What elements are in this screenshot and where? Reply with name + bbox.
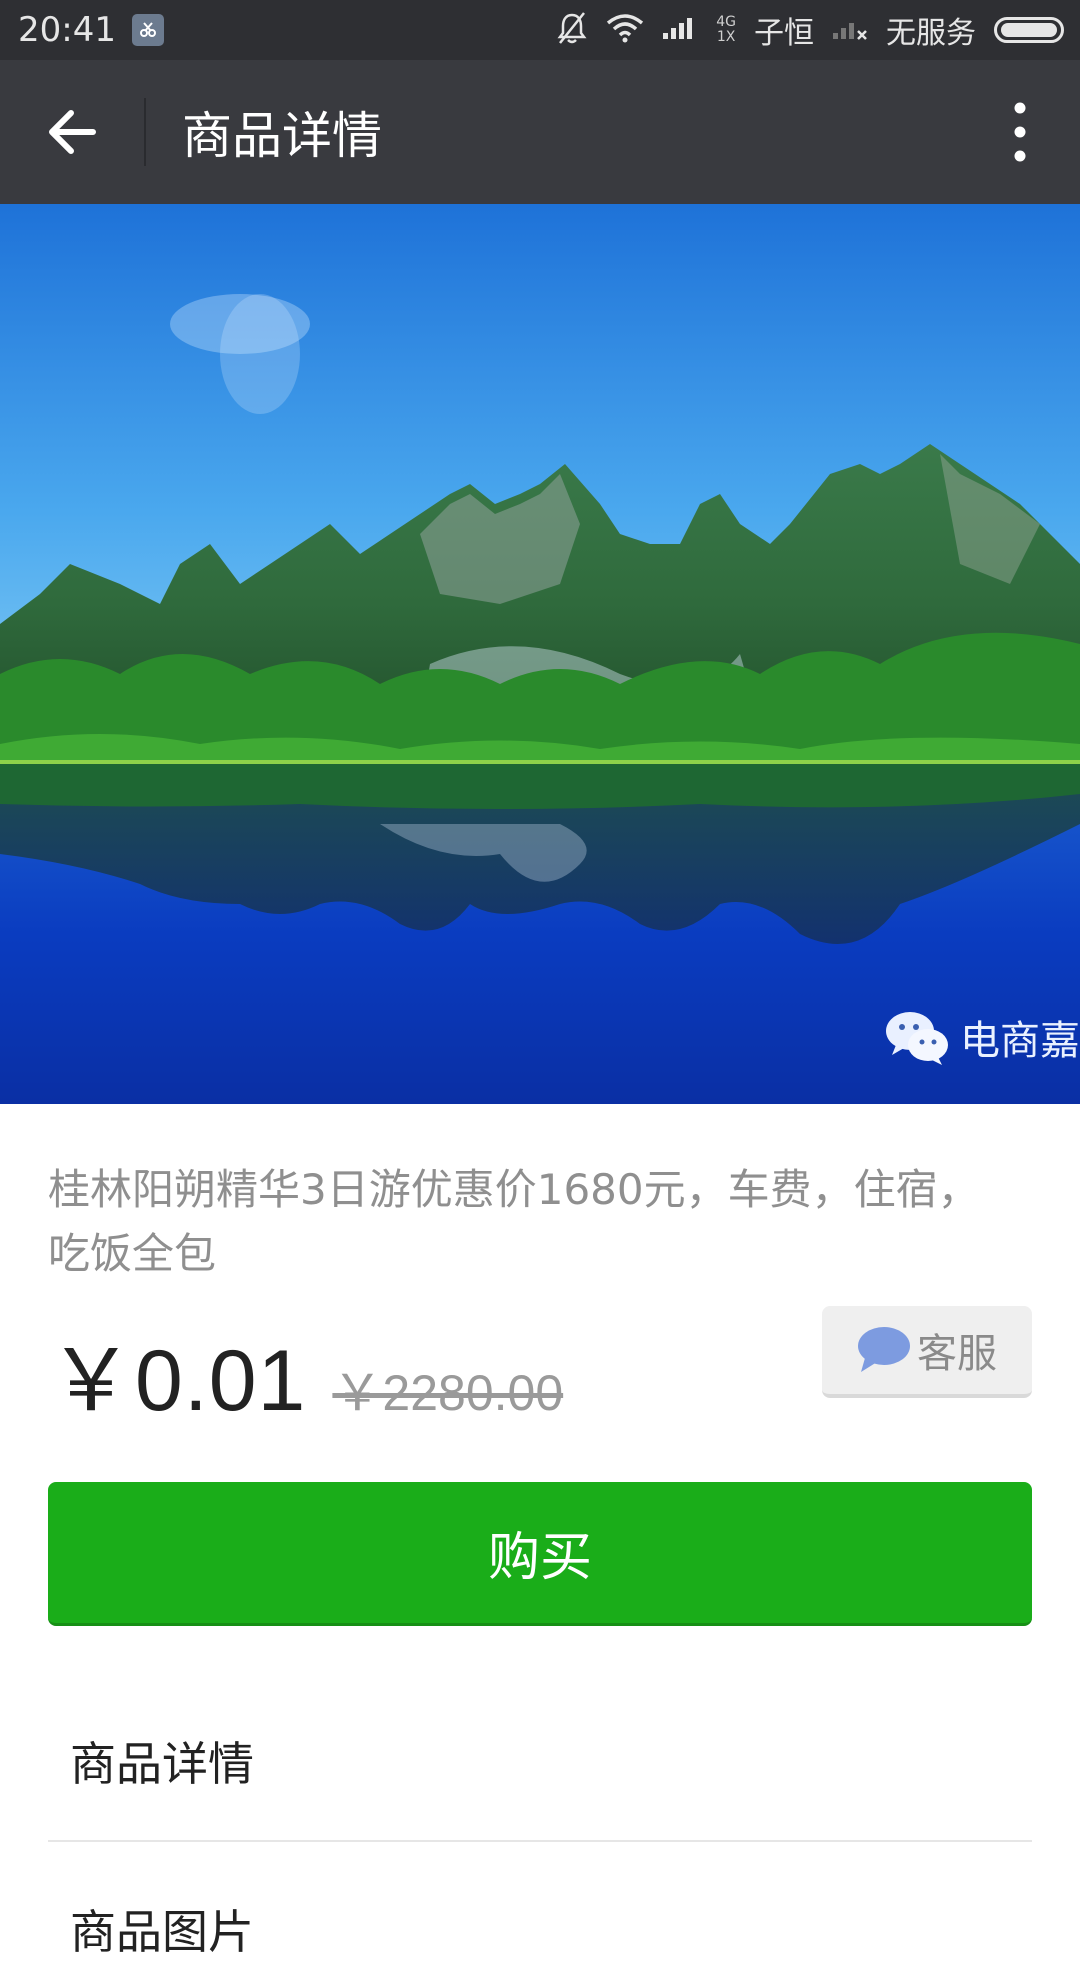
page-title: 商品详情 [182, 107, 382, 165]
service-status: 无服务 [886, 16, 976, 51]
back-button[interactable] [0, 60, 144, 204]
buy-button[interactable]: 购买 [48, 1482, 1032, 1626]
status-time: 20:41 [18, 10, 116, 50]
wifi-icon [606, 13, 644, 47]
watermark-text: 电商嘉 [960, 1018, 1080, 1064]
wechat-icon [886, 1012, 948, 1065]
back-arrow-icon [49, 110, 96, 154]
more-button[interactable] [960, 60, 1080, 204]
original-price: ￥2280.00 [332, 1365, 564, 1421]
section-product-images[interactable]: 商品图片 [70, 1896, 254, 1962]
bell-off-icon [556, 11, 588, 49]
customer-service-label: 客服 [917, 1331, 997, 1377]
section-product-details[interactable]: 商品详情 [70, 1728, 254, 1794]
network-type-label: 4G 1X [716, 14, 736, 45]
app-bar: 商品详情 [0, 60, 1080, 204]
no-signal-icon [832, 15, 868, 45]
more-vertical-icon [1014, 102, 1026, 162]
product-image[interactable]: 电商嘉 [0, 204, 1080, 1104]
screenshot-app-icon [131, 14, 164, 46]
signal-icon [662, 15, 698, 45]
carrier-name: 子恒 [754, 16, 814, 51]
battery-icon [994, 17, 1064, 43]
customer-service-button[interactable]: 客服 [822, 1306, 1032, 1398]
watermark: 电商嘉 [884, 1008, 1080, 1066]
status-bar: 20:41 4G 1X 子恒 无服务 [0, 0, 1080, 60]
current-price: ￥0.01 [48, 1333, 307, 1429]
price-row: ￥0.01 ￥2280.00 [48, 1310, 563, 1429]
chat-bubble-icon [858, 1327, 910, 1372]
product-description: 桂林阳朔精华3日游优惠价1680元，车费，住宿，吃饭全包 [48, 1165, 980, 1278]
app-bar-divider [144, 98, 146, 166]
landscape-illustration [0, 204, 1080, 1104]
section-divider [48, 1840, 1032, 1842]
